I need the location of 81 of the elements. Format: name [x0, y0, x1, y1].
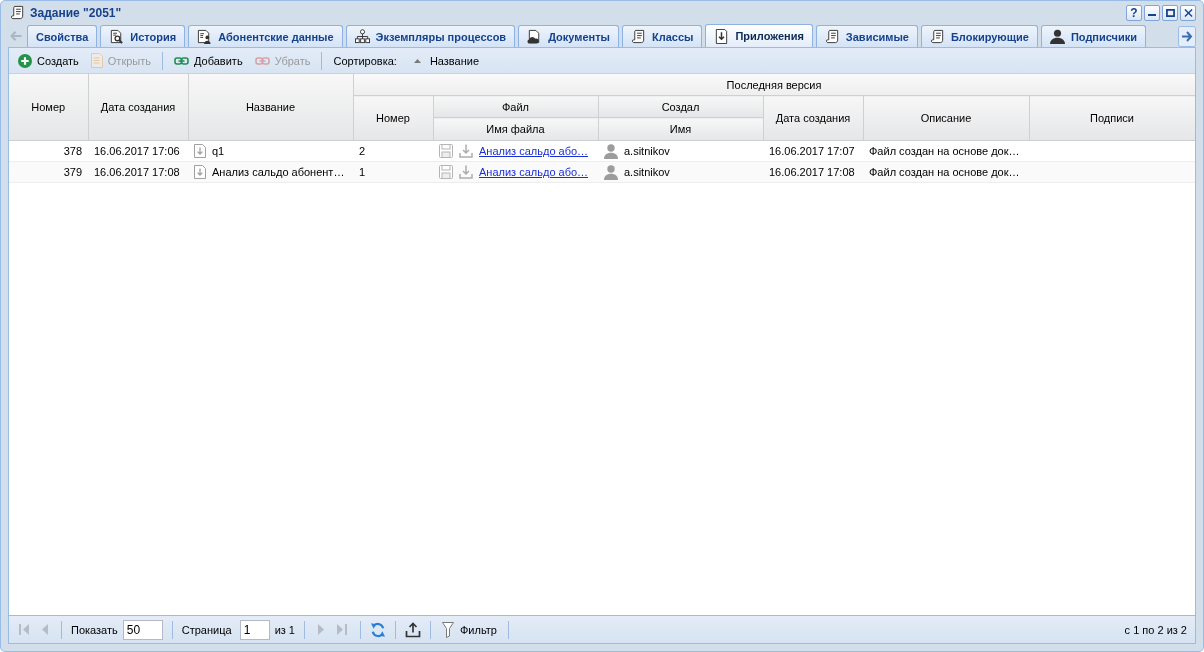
page-count: из 1 — [274, 623, 295, 636]
column-header[interactable]: Имя файла — [433, 117, 598, 141]
maximize-button[interactable] — [1162, 4, 1178, 21]
description-text: Файл создан на основе док… — [869, 166, 1020, 178]
table-row[interactable]: 378 16.06.2017 17:06 q1 2 Анализ сальдо або… a.sitnikov 16.06.2017 17:07 Файл создан на основе док… — [9, 140, 1195, 162]
minimize-button[interactable] — [1144, 4, 1160, 21]
column-header[interactable]: Описание — [863, 95, 1029, 141]
version-number: 1 — [359, 166, 366, 178]
column-header[interactable]: Название — [188, 74, 353, 141]
scroll-icon — [10, 5, 25, 20]
column-header[interactable]: Имя — [598, 117, 763, 141]
document-person-icon — [197, 29, 213, 44]
tab[interactable]: Блокирующие — [920, 25, 1038, 47]
page-label: Страница — [181, 623, 232, 636]
window-title: Задание "2051" — [30, 5, 122, 20]
chain-link-icon — [174, 56, 189, 65]
column-header[interactable]: Создал — [598, 95, 763, 118]
add-link-button[interactable]: Добавить — [169, 50, 248, 71]
download-icon[interactable] — [459, 144, 473, 158]
filter-button[interactable]: Фильтр — [440, 621, 499, 638]
table-row[interactable]: 379 16.06.2017 17:08 Анализ сальдо абонент… 1 Анализ сальдо або… a.sitnikov 16.06.2017 17:08 Файл создан на основе док… — [9, 161, 1195, 183]
author-name: a.sitnikov — [624, 145, 670, 157]
upload-icon[interactable] — [405, 621, 421, 638]
column-header[interactable]: Номер — [9, 74, 88, 141]
create-button[interactable]: Создать — [13, 50, 84, 71]
column-header[interactable]: Дата создания — [763, 95, 863, 141]
page-size-field[interactable]: 50 — [122, 619, 163, 640]
scroll-icon — [929, 29, 945, 44]
page-number-field[interactable]: 1 — [239, 619, 270, 640]
tab[interactable]: Подписчики — [1040, 25, 1147, 47]
document-download-icon — [194, 165, 206, 179]
filter-icon — [442, 621, 454, 638]
column-header[interactable]: Номер — [353, 95, 433, 141]
version-date: 16.06.2017 17:07 — [769, 145, 855, 157]
close-button[interactable] — [1180, 4, 1196, 21]
tab[interactable]: Абонентские данные — [188, 25, 343, 47]
attachment-name: Анализ сальдо абонент… — [212, 166, 345, 178]
refresh-icon[interactable] — [370, 621, 386, 638]
attachment-name: q1 — [212, 145, 225, 157]
download-icon[interactable] — [459, 165, 473, 179]
page-size-label: Показать — [71, 623, 118, 636]
close-icon — [1183, 8, 1193, 17]
arrow-right-icon[interactable] — [1178, 26, 1196, 47]
document-download-icon — [714, 28, 730, 44]
document-icon — [90, 53, 103, 68]
help-button[interactable]: ? — [1126, 4, 1142, 21]
sort-field-button[interactable]: Название — [403, 50, 485, 71]
minimize-icon — [1148, 14, 1156, 16]
column-header[interactable]: Подписи — [1029, 95, 1195, 141]
version-number: 2 — [359, 145, 366, 157]
tab[interactable]: Документы — [518, 25, 619, 47]
tab[interactable]: Зависимые — [815, 25, 918, 47]
record-number: 378 — [63, 145, 82, 157]
person-icon — [1049, 29, 1065, 44]
document-download-icon — [194, 144, 206, 158]
tab[interactable]: Экземпляры процессов — [345, 25, 516, 47]
chain-link-icon — [254, 56, 270, 65]
description-text: Файл создан на основе док… — [869, 145, 1020, 157]
tab[interactable]: Приложения — [705, 24, 813, 47]
tab[interactable]: История — [100, 25, 186, 47]
user-icon — [604, 164, 618, 180]
plus-circle-icon — [18, 53, 32, 68]
sort-label: Сортировка: — [332, 54, 398, 67]
scroll-icon — [631, 29, 646, 44]
column-header[interactable]: Файл — [433, 95, 598, 118]
maximize-icon — [1165, 8, 1175, 17]
paging-summary: с 1 по 2 из 2 — [1124, 623, 1187, 636]
file-link[interactable]: Анализ сальдо або… — [479, 145, 589, 157]
tab[interactable]: Классы — [622, 25, 703, 47]
version-date: 16.06.2017 17:08 — [769, 166, 855, 178]
tab[interactable]: Свойства — [27, 25, 98, 47]
creation-date: 16.06.2017 17:06 — [94, 145, 180, 157]
user-icon — [604, 143, 618, 159]
author-name: a.sitnikov — [624, 166, 670, 178]
creation-date: 16.06.2017 17:08 — [94, 166, 180, 178]
column-group-header: Последняя версия — [353, 74, 1195, 96]
document-search-icon — [109, 29, 125, 44]
column-header[interactable]: Дата создания — [88, 74, 188, 141]
hierarchy-icon — [354, 29, 370, 44]
record-number: 379 — [63, 166, 82, 178]
scroll-icon — [824, 29, 840, 44]
